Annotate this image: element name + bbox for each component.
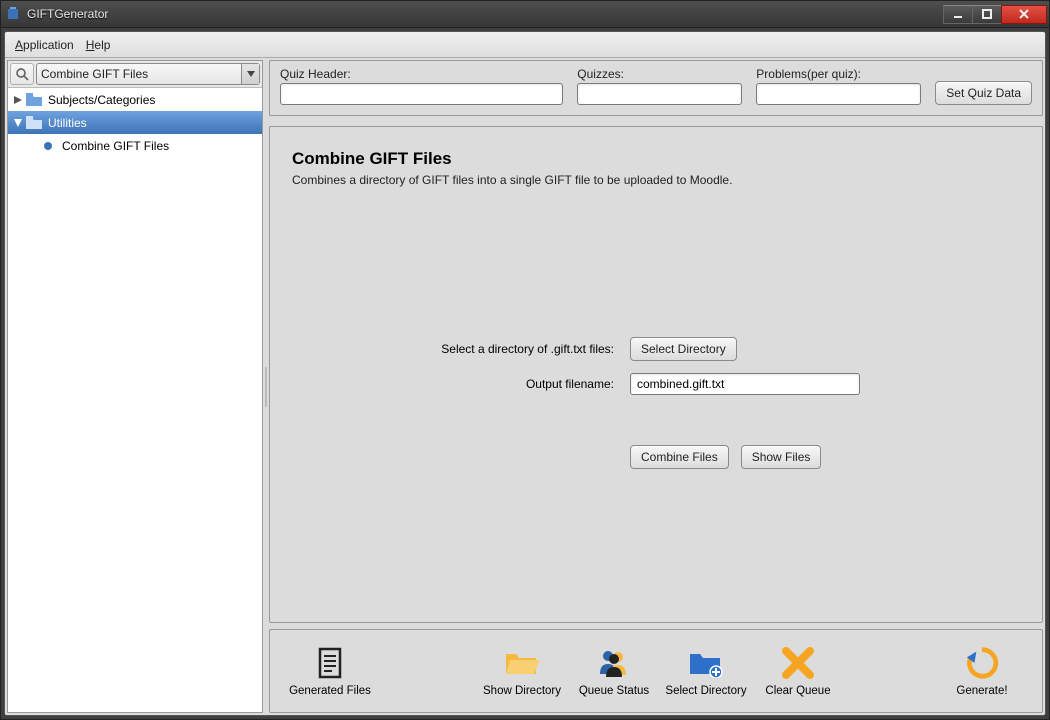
document-icon — [310, 645, 350, 681]
select-directory-toolbar-button[interactable]: Select Directory — [660, 645, 752, 697]
chevron-down-icon — [241, 64, 259, 84]
people-icon — [594, 645, 634, 681]
quiz-header-label: Quiz Header: — [280, 67, 563, 81]
folder-add-icon — [686, 645, 726, 681]
sidebar-item-subjects[interactable]: Subjects/Categories — [8, 88, 262, 111]
sidebar-combo-label: Combine GIFT Files — [41, 67, 148, 81]
titlebar[interactable]: GIFTGenerator — [1, 1, 1049, 28]
folder-icon — [26, 93, 42, 106]
window-title: GIFTGenerator — [27, 7, 108, 21]
show-files-button[interactable]: Show Files — [741, 445, 822, 469]
sidebar-item-utilities[interactable]: Utilities — [8, 111, 262, 134]
quizzes-label: Quizzes: — [577, 67, 742, 81]
queue-status-label: Queue Status — [579, 685, 649, 697]
sidebar-tree[interactable]: Subjects/Categories Utilities Combine GI… — [8, 88, 262, 712]
sidebar-item-combine-gift[interactable]: Combine GIFT Files — [8, 134, 262, 157]
menubar: Application Help — [5, 32, 1045, 58]
quizzes-input[interactable] — [577, 83, 742, 105]
sidebar-item-label: Subjects/Categories — [48, 93, 155, 107]
problems-label: Problems(per quiz): — [756, 67, 921, 81]
queue-status-button[interactable]: Queue Status — [568, 645, 660, 697]
app-icon — [5, 6, 21, 22]
output-filename-label: Output filename: — [292, 377, 630, 391]
refresh-icon — [962, 645, 1002, 681]
folder-open-icon — [502, 645, 542, 681]
quiz-header-input[interactable] — [280, 83, 563, 105]
set-quiz-data-button[interactable]: Set Quiz Data — [935, 81, 1032, 105]
close-button[interactable] — [1001, 5, 1047, 24]
sidebar-item-label: Utilities — [48, 116, 87, 130]
chevron-right-icon — [12, 94, 24, 106]
minimize-button[interactable] — [943, 5, 973, 24]
bottom-toolbar: Generated Files Show Directory — [269, 629, 1043, 713]
output-filename-input[interactable] — [630, 373, 860, 395]
splitter[interactable] — [263, 58, 269, 715]
inner-frame: Application Help Combine GIFT Files — [4, 31, 1046, 716]
maximize-button[interactable] — [972, 5, 1002, 24]
combine-files-button[interactable]: Combine Files — [630, 445, 729, 469]
show-directory-button[interactable]: Show Directory — [476, 645, 568, 697]
select-directory-toolbar-label: Select Directory — [665, 685, 746, 697]
show-directory-label: Show Directory — [483, 685, 561, 697]
menu-application[interactable]: Application — [11, 35, 78, 55]
sidebar-combo[interactable]: Combine GIFT Files — [36, 63, 260, 85]
sidebar-search-row: Combine GIFT Files — [8, 61, 262, 88]
sidebar-item-label: Combine GIFT Files — [62, 139, 169, 153]
menu-help[interactable]: Help — [82, 35, 115, 55]
quiz-header-strip: Quiz Header: Quizzes: Problems(per quiz)… — [269, 60, 1043, 116]
generate-button[interactable]: Generate! — [936, 645, 1028, 697]
body: Combine GIFT Files Subjects/Categories — [5, 58, 1045, 715]
generate-label: Generate! — [956, 685, 1007, 697]
chevron-down-icon — [12, 117, 24, 129]
select-directory-button[interactable]: Select Directory — [630, 337, 737, 361]
page-desc: Combines a directory of GIFT files into … — [292, 173, 1020, 187]
bullet-icon — [44, 142, 52, 150]
sidebar: Combine GIFT Files Subjects/Categories — [7, 60, 263, 713]
problems-input[interactable] — [756, 83, 921, 105]
folder-icon — [26, 116, 42, 129]
search-icon[interactable] — [10, 63, 34, 85]
app-window: GIFTGenerator Application Help Combine — [0, 0, 1050, 720]
page-title: Combine GIFT Files — [292, 149, 1020, 169]
right-pane: Quiz Header: Quizzes: Problems(per quiz)… — [269, 60, 1043, 713]
clear-queue-label: Clear Queue — [765, 685, 830, 697]
select-directory-label: Select a directory of .gift.txt files: — [292, 342, 630, 356]
generated-files-button[interactable]: Generated Files — [284, 645, 376, 697]
clear-queue-button[interactable]: Clear Queue — [752, 645, 844, 697]
x-icon — [778, 645, 818, 681]
content-card: Combine GIFT Files Combines a directory … — [269, 126, 1043, 623]
generated-files-label: Generated Files — [289, 685, 371, 697]
